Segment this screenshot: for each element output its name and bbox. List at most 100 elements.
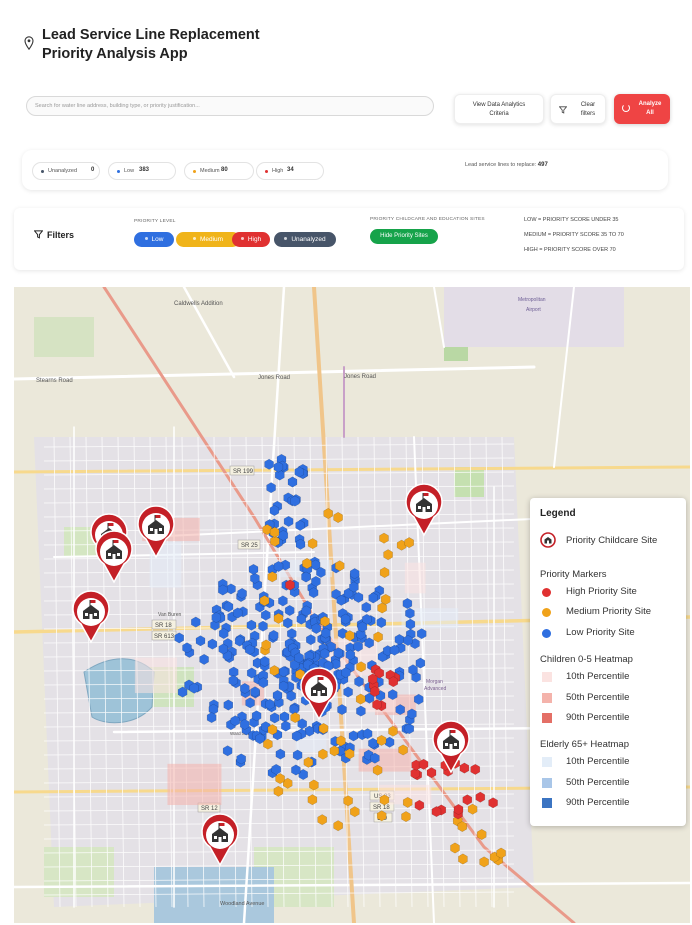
map-marker[interactable] xyxy=(266,482,276,494)
map-marker[interactable] xyxy=(207,638,218,650)
map-marker[interactable] xyxy=(376,617,387,628)
map-marker[interactable] xyxy=(236,753,246,765)
map-marker[interactable] xyxy=(345,630,355,642)
map-marker[interactable] xyxy=(195,635,206,647)
map-marker[interactable] xyxy=(340,613,351,625)
map-marker[interactable] xyxy=(255,733,265,745)
map-marker[interactable] xyxy=(218,643,229,655)
map-marker[interactable] xyxy=(245,697,255,709)
map-marker[interactable] xyxy=(226,583,236,595)
map-view[interactable]: Caldwells Addition Metropolitan Airport … xyxy=(14,287,690,923)
map-marker[interactable] xyxy=(287,476,298,488)
map-marker[interactable] xyxy=(426,767,437,779)
map-marker[interactable] xyxy=(251,710,262,722)
map-marker[interactable] xyxy=(286,690,296,702)
map-marker[interactable] xyxy=(290,712,300,724)
map-marker[interactable] xyxy=(476,829,487,840)
map-marker[interactable] xyxy=(294,466,305,478)
map-marker[interactable] xyxy=(319,648,330,660)
map-marker[interactable] xyxy=(475,791,486,803)
map-marker[interactable] xyxy=(228,675,239,686)
map-marker[interactable] xyxy=(318,723,329,734)
map-marker[interactable] xyxy=(191,616,201,628)
map-marker[interactable] xyxy=(250,572,260,584)
map-marker[interactable] xyxy=(402,796,413,808)
map-marker[interactable] xyxy=(311,623,322,634)
map-marker[interactable] xyxy=(370,752,380,764)
map-marker[interactable] xyxy=(248,563,259,575)
map-marker[interactable] xyxy=(302,558,312,569)
map-marker[interactable] xyxy=(295,519,305,531)
hide-priority-sites-button[interactable]: Hide Priority Sites xyxy=(370,229,438,244)
map-marker[interactable] xyxy=(389,644,400,656)
map-marker[interactable] xyxy=(278,595,288,607)
analyze-all-button[interactable]: Analyze All xyxy=(614,94,670,124)
map-marker[interactable] xyxy=(223,699,234,711)
map-marker[interactable] xyxy=(344,748,355,760)
map-marker[interactable] xyxy=(317,814,327,826)
map-marker[interactable] xyxy=(246,667,257,679)
clear-filters-button[interactable]: Clear filters xyxy=(550,94,606,124)
map-marker[interactable] xyxy=(450,842,460,854)
map-marker[interactable] xyxy=(479,856,489,868)
map-marker[interactable] xyxy=(189,682,199,694)
map-marker[interactable] xyxy=(457,821,468,832)
map-marker[interactable] xyxy=(333,512,343,523)
map-marker[interactable] xyxy=(404,723,415,735)
map-marker[interactable] xyxy=(350,806,360,818)
map-marker[interactable] xyxy=(273,461,284,473)
map-marker[interactable] xyxy=(265,698,275,710)
map-marker[interactable] xyxy=(337,704,347,716)
map-marker[interactable] xyxy=(291,730,302,742)
map-marker[interactable] xyxy=(275,748,286,760)
map-marker[interactable] xyxy=(405,618,416,630)
map-marker[interactable] xyxy=(388,725,398,737)
map-marker[interactable] xyxy=(321,627,331,639)
map-marker[interactable] xyxy=(244,644,255,656)
map-marker[interactable] xyxy=(453,804,464,815)
map-marker[interactable] xyxy=(370,686,380,697)
map-marker[interactable] xyxy=(356,705,366,717)
map-marker[interactable] xyxy=(395,704,405,716)
map-marker[interactable] xyxy=(296,613,307,625)
map-marker[interactable] xyxy=(279,711,290,723)
map-marker[interactable] xyxy=(329,745,340,757)
map-marker[interactable] xyxy=(405,607,415,619)
map-marker[interactable] xyxy=(431,806,442,818)
filter-chip-high[interactable]: High xyxy=(232,232,270,247)
map-marker[interactable] xyxy=(361,601,372,613)
map-marker[interactable] xyxy=(372,699,382,711)
map-marker[interactable] xyxy=(320,615,330,627)
map-marker[interactable] xyxy=(379,794,390,806)
map-marker[interactable] xyxy=(303,756,314,768)
map-marker[interactable] xyxy=(356,661,366,673)
map-marker[interactable] xyxy=(278,530,289,541)
map-marker[interactable] xyxy=(387,689,398,701)
stat-high[interactable]: High 34 xyxy=(256,162,324,180)
map-marker[interactable] xyxy=(458,853,468,865)
map-marker[interactable] xyxy=(367,673,378,685)
map-marker[interactable] xyxy=(384,736,395,748)
map-marker[interactable] xyxy=(309,779,319,791)
map-marker[interactable] xyxy=(336,735,346,747)
filter-chip-unanalyzed[interactable]: Unanalyzed xyxy=(274,232,336,247)
map-marker[interactable] xyxy=(260,609,271,621)
map-marker[interactable] xyxy=(416,628,427,640)
map-marker[interactable] xyxy=(353,591,364,603)
map-marker[interactable] xyxy=(368,737,378,749)
map-marker[interactable] xyxy=(470,763,481,775)
map-marker[interactable] xyxy=(373,631,383,643)
map-marker[interactable] xyxy=(414,799,425,811)
map-marker[interactable] xyxy=(349,581,359,593)
view-analytics-criteria-button[interactable]: View Data Analytics Criteria xyxy=(454,94,544,124)
map-marker[interactable] xyxy=(333,820,343,832)
map-marker[interactable] xyxy=(364,637,374,649)
map-marker[interactable] xyxy=(264,458,274,470)
map-marker[interactable] xyxy=(177,686,188,698)
map-marker[interactable] xyxy=(379,532,389,544)
map-marker[interactable] xyxy=(418,758,429,770)
map-marker[interactable] xyxy=(467,803,478,815)
map-marker[interactable] xyxy=(354,676,364,688)
map-marker[interactable] xyxy=(345,649,356,661)
map-marker[interactable] xyxy=(355,693,366,705)
